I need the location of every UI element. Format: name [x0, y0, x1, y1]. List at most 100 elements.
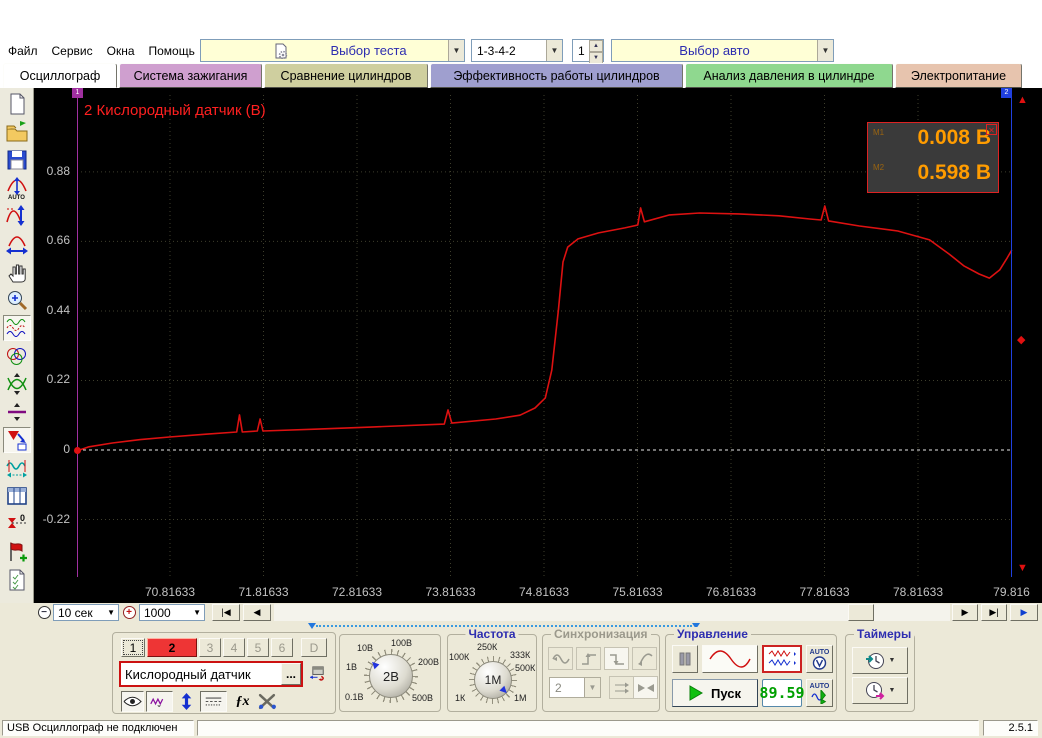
auto-voltage-button[interactable]: AUTO [806, 645, 833, 673]
sync-rising-edge-button[interactable] [576, 647, 601, 670]
scroll-track[interactable] [274, 604, 950, 621]
sync-external-button[interactable] [632, 647, 657, 670]
zoom-out-time-button[interactable]: − [36, 604, 52, 621]
channel-2-button[interactable]: 2 [147, 638, 197, 657]
channel-5-button[interactable]: 5 [247, 638, 269, 657]
voltage-label-1v[interactable]: 1В [346, 662, 357, 672]
report-button[interactable] [3, 567, 31, 593]
channel-name-input[interactable] [121, 663, 281, 685]
voltage-label-01v[interactable]: 0.1В [345, 692, 364, 702]
channel-level-marker-icon[interactable]: ◆ [1017, 333, 1025, 346]
overlay-waveforms-button[interactable] [3, 343, 31, 369]
channel-3-button[interactable]: 3 [199, 638, 221, 657]
freq-label-1k[interactable]: 1К [455, 693, 465, 703]
spinner-up-icon[interactable]: ▲ [589, 40, 603, 52]
channel-4-button[interactable]: 4 [223, 638, 245, 657]
channel-1-button[interactable]: 1 [121, 638, 145, 657]
cursor-2-flag[interactable]: 2 [1001, 88, 1012, 98]
channel-visibility-button[interactable] [121, 691, 144, 712]
tab-ignition-system[interactable]: Система зажигания [119, 63, 262, 88]
stream-mode-button[interactable] [762, 645, 802, 673]
math-function-button[interactable]: ƒx [231, 691, 254, 712]
range-start-handle-icon[interactable] [308, 623, 316, 629]
channel-top-marker-icon[interactable]: ▲ [1017, 94, 1028, 106]
auto-start-button[interactable]: AUTO [806, 679, 833, 707]
sync-window-button[interactable] [609, 676, 634, 699]
oscilloscope-display[interactable]: 2 Кислородный датчик (В) 0.880.660.440.2… [34, 88, 1042, 603]
channel-tools-button[interactable] [256, 691, 279, 712]
horizontal-scale-button[interactable] [3, 231, 31, 257]
tab-cylinder-efficiency[interactable]: Эффективность работы цилиндров [430, 63, 683, 88]
chevron-down-icon[interactable]: ▼ [546, 40, 562, 61]
freq-label-100k[interactable]: 100К [449, 652, 469, 662]
step-forward-button[interactable]: ▶ [952, 604, 978, 621]
menu-help[interactable]: Помощь [149, 44, 195, 58]
freq-label-500k[interactable]: 500К [515, 663, 535, 673]
auto-select-combo[interactable]: Выбор авто ▼ [611, 39, 834, 62]
measurement-panel[interactable]: M1 0.008 В M2 0.598 В ✕ [867, 122, 999, 193]
freq-label-250k[interactable]: 250К [477, 642, 497, 652]
tab-power-supply[interactable]: Электропитание [895, 63, 1022, 88]
measure-close-icon[interactable]: ✕ [986, 124, 997, 135]
probe-settings-button[interactable] [307, 663, 330, 684]
chevron-down-icon[interactable]: ▼ [889, 687, 896, 694]
single-sweep-button[interactable] [702, 645, 758, 673]
measure-wave-button[interactable] [3, 455, 31, 481]
zero-level-button[interactable]: 0 [3, 511, 31, 537]
timer-start-button[interactable]: ▼ [852, 647, 908, 674]
channel-6-button[interactable]: 6 [271, 638, 293, 657]
auto-scale-button[interactable]: AUTO [3, 175, 31, 201]
pan-hand-button[interactable] [3, 259, 31, 285]
add-marker-button[interactable] [3, 539, 31, 565]
zoom-button[interactable] [3, 287, 31, 313]
sync-source-combo[interactable]: 2 ▼ [549, 677, 601, 698]
sync-falling-edge-button[interactable] [604, 647, 629, 670]
cursor-1-flag[interactable]: 1 [72, 88, 83, 98]
go-first-button[interactable]: |◀ [212, 604, 240, 621]
menu-service[interactable]: Сервис [52, 44, 93, 58]
chevron-down-icon[interactable]: ▼ [817, 40, 833, 61]
trace-start-marker[interactable] [74, 447, 81, 454]
points-combo[interactable]: 1000 ▼ [139, 604, 205, 621]
sync-converge-button[interactable] [633, 676, 658, 699]
time-per-div-combo[interactable]: 10 сек ▼ [53, 604, 119, 621]
table-view-button[interactable] [3, 483, 31, 509]
chevron-down-icon[interactable]: ▼ [193, 608, 204, 617]
firing-order-combo[interactable]: 1-3-4-2 ▼ [471, 39, 563, 62]
start-button[interactable]: Пуск [672, 679, 758, 707]
chevron-down-icon[interactable]: ▼ [448, 40, 464, 61]
waveform-style-button[interactable] [146, 691, 173, 712]
cursor-1-line[interactable] [77, 95, 78, 577]
line-style-button[interactable] [200, 691, 227, 712]
menu-windows[interactable]: Окна [107, 44, 135, 58]
stretch-wave-button[interactable] [3, 371, 31, 397]
voltage-label-100v[interactable]: 100В [391, 638, 412, 648]
channel-d-button[interactable]: D [301, 638, 327, 657]
level-cursor-button[interactable] [3, 399, 31, 425]
tab-cylinder-pressure[interactable]: Анализ давления в цилиндре [685, 63, 893, 88]
chevron-down-icon[interactable]: ▼ [889, 657, 896, 664]
step-back-button[interactable]: ◀ [243, 604, 271, 621]
sync-wave-button[interactable] [548, 647, 573, 670]
cursor-2-line[interactable] [1011, 95, 1012, 577]
new-file-button[interactable] [3, 91, 31, 117]
vertical-scale-button[interactable] [3, 203, 31, 229]
cylinder-spinner[interactable]: 1 ▲ ▼ [572, 39, 604, 62]
chevron-down-icon[interactable]: ▼ [107, 608, 118, 617]
freq-label-333k[interactable]: 333К [510, 650, 530, 660]
pause-button[interactable] [672, 645, 698, 673]
save-file-button[interactable] [3, 147, 31, 173]
chevron-down-icon[interactable]: ▼ [584, 678, 600, 697]
zoom-in-time-button[interactable]: + [121, 604, 137, 621]
scroll-thumb[interactable] [848, 604, 874, 621]
timer-stop-button[interactable]: ▼ [852, 677, 908, 704]
channel-bottom-marker-icon[interactable]: ▼ [1017, 562, 1028, 574]
test-select-combo[interactable]: Выбор теста ▼ [200, 39, 465, 62]
voltage-label-200v[interactable]: 200В [418, 657, 439, 667]
go-last-button[interactable]: ▶| [981, 604, 1007, 621]
multi-waveforms-button[interactable] [3, 315, 31, 341]
voltage-label-10v[interactable]: 10В [357, 643, 373, 653]
play-scroll-button[interactable]: ▶ [1010, 604, 1038, 621]
open-file-button[interactable] [3, 119, 31, 145]
tab-oscilloscope[interactable]: Осциллограф [3, 63, 117, 88]
